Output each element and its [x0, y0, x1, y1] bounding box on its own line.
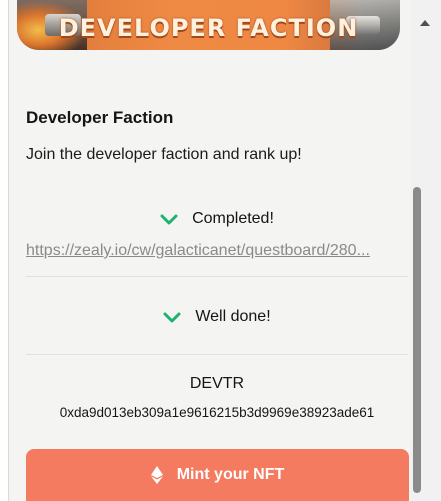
status-well-done-label: Well done!	[195, 308, 271, 325]
mint-nft-label: Mint your NFT	[176, 466, 285, 483]
quest-title: Developer Faction	[26, 108, 174, 127]
quest-link[interactable]: https://zealy.io/cw/galacticanet/questbo…	[26, 242, 408, 260]
ethereum-icon	[150, 466, 163, 484]
divider	[26, 354, 408, 355]
checkmark-icon	[160, 214, 178, 225]
status-completed: Completed!	[26, 210, 408, 228]
scrollbar[interactable]	[410, 0, 441, 501]
token-name: DEVTR	[189, 375, 245, 392]
divider	[26, 276, 408, 277]
token-contract-address: 0xda9d013eb309a1e9616215b3d9969e38923ade…	[59, 405, 375, 420]
mint-nft-button[interactable]: Mint your NFT	[26, 449, 409, 501]
quest-description: Join the developer faction and rank up!	[26, 146, 302, 163]
status-well-done: Well done!	[26, 308, 408, 326]
scroll-up-arrow-icon[interactable]	[420, 20, 430, 26]
banner-title: DEVELOPER FACTION	[58, 14, 359, 42]
scrollbar-thumb[interactable]	[413, 187, 421, 493]
faction-banner: DEVELOPER FACTION	[17, 0, 400, 50]
status-completed-label: Completed!	[192, 210, 274, 227]
checkmark-icon	[163, 312, 181, 323]
